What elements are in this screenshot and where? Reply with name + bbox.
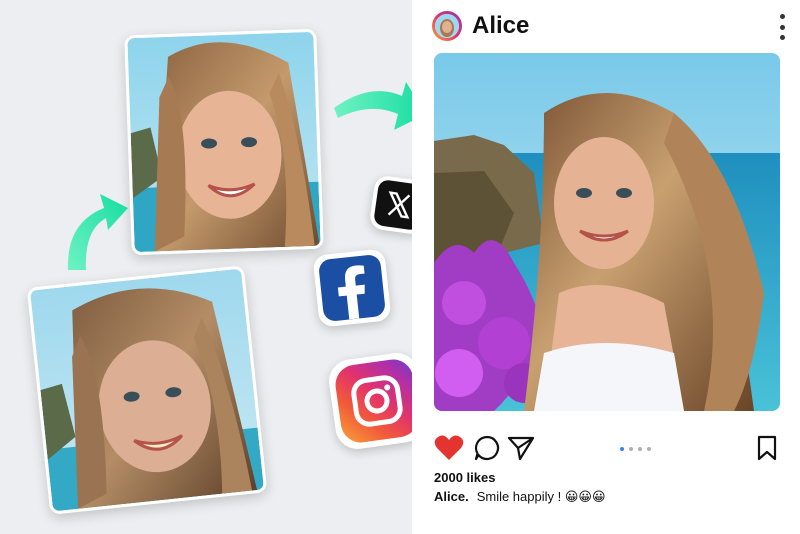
post-photo[interactable] [434, 53, 780, 411]
facebook-logo-icon [312, 248, 392, 328]
edited-photo-card [124, 28, 324, 256]
carousel-dot-active [620, 447, 624, 451]
social-post-panel: Alice 2000 likes Alice. Smile happily ! … [412, 0, 800, 534]
carousel-dot [638, 447, 642, 451]
comment-icon[interactable] [472, 434, 502, 462]
original-portrait-image [29, 268, 265, 512]
heart-icon[interactable] [434, 434, 464, 462]
account-username[interactable]: Alice [472, 12, 529, 40]
post-action-bar [434, 434, 782, 464]
upload-arrow-icon [67, 194, 128, 270]
send-icon[interactable] [506, 434, 536, 462]
avatar-portrait-image [435, 14, 459, 38]
caption-username[interactable]: Alice. [434, 489, 469, 504]
carousel-indicator [620, 447, 651, 451]
left-showcase-panel [0, 0, 430, 534]
post-caption: Alice. Smile happily ! 😀😀😀 [434, 489, 606, 505]
bookmark-icon[interactable] [752, 434, 782, 462]
caption-text: Smile happily ! 😀😀😀 [476, 489, 606, 504]
edited-portrait-image [127, 31, 321, 253]
carousel-dot [629, 447, 633, 451]
post-portrait-image [434, 53, 780, 411]
more-vertical-icon[interactable] [774, 14, 790, 40]
original-photo-card [26, 265, 268, 515]
carousel-dot [647, 447, 651, 451]
avatar[interactable] [432, 11, 462, 41]
likes-count[interactable]: 2000 likes [434, 470, 495, 485]
post-header: Alice [432, 8, 785, 44]
